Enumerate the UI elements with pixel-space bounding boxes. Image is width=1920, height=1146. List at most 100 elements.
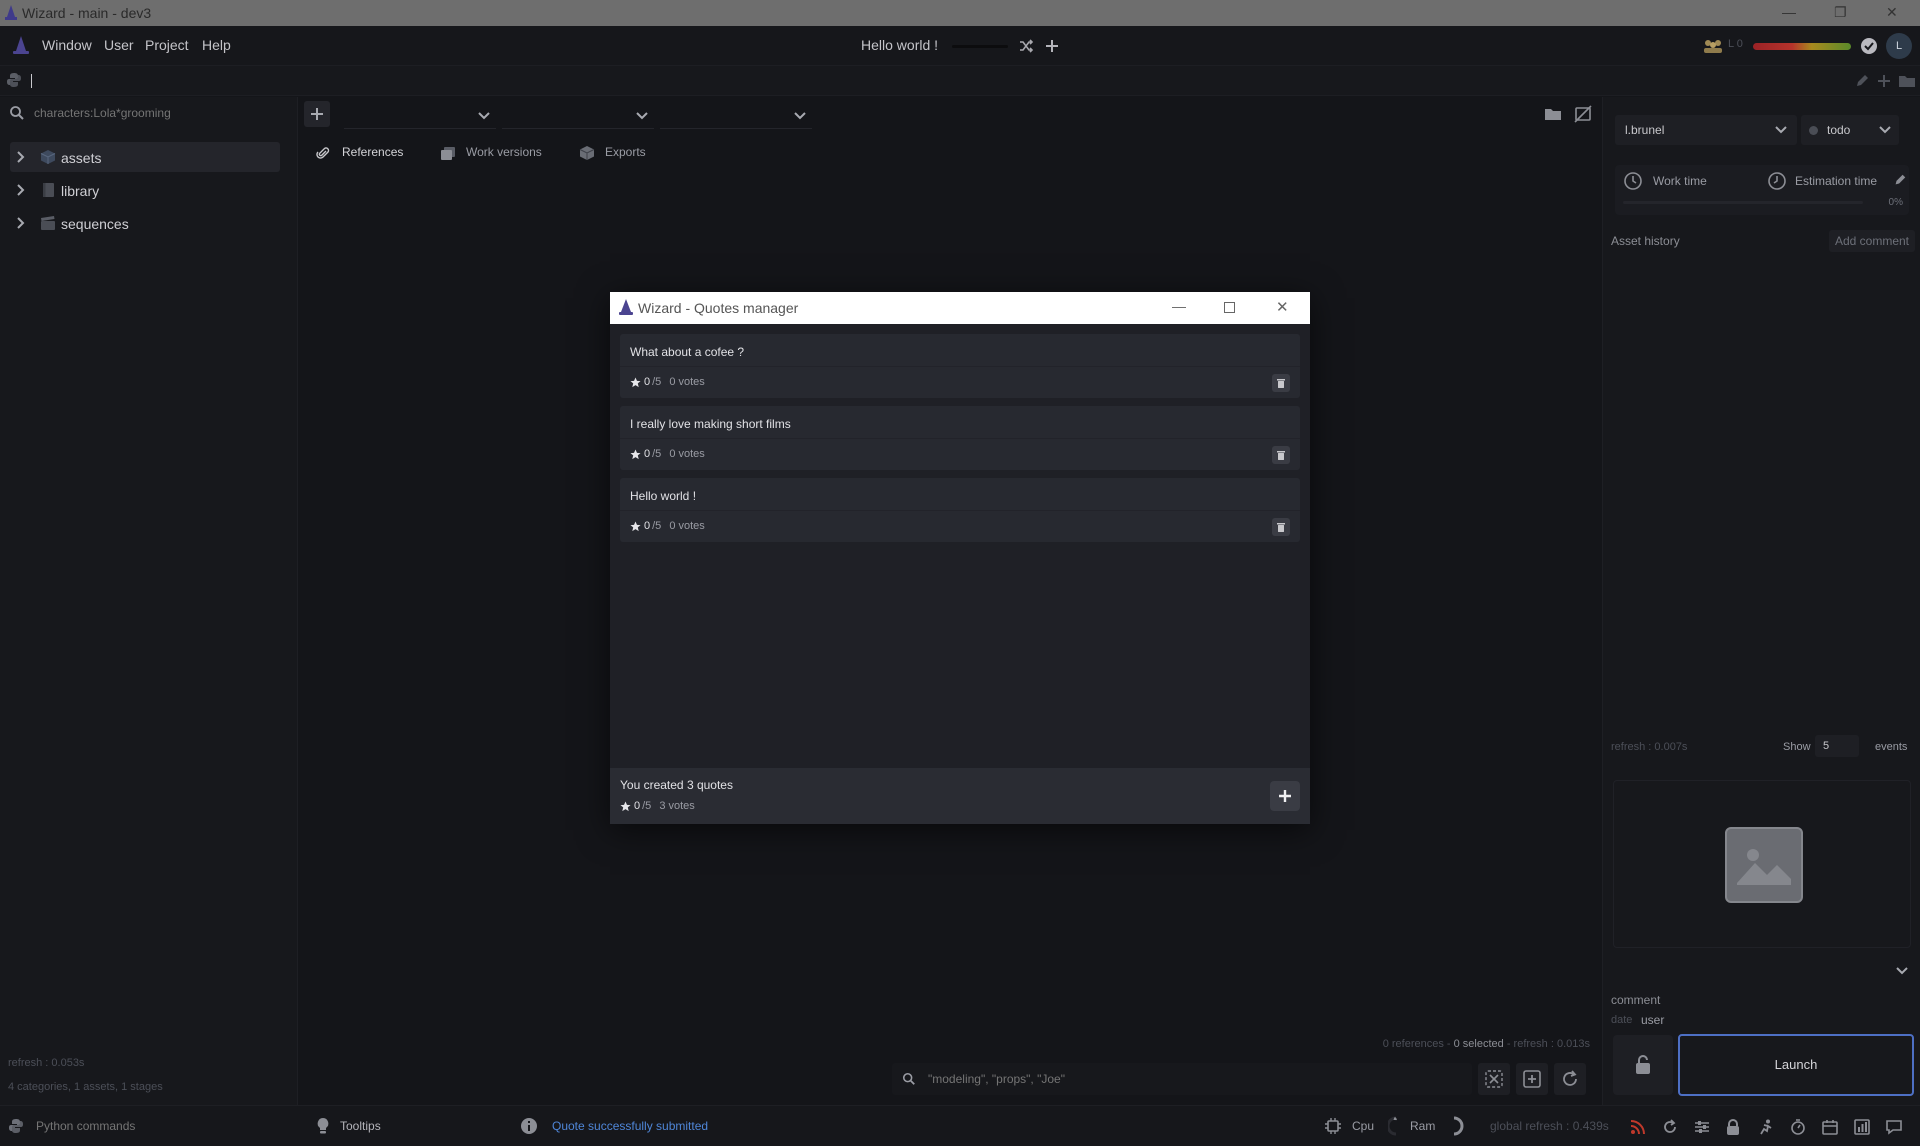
quote-card[interactable]: Hello world ! 0/5 0 votes (620, 478, 1300, 542)
dialog-maximize-button[interactable] (1224, 302, 1235, 313)
lock-button[interactable] (1613, 1035, 1673, 1095)
dashboard-icon[interactable] (1854, 1119, 1870, 1135)
cube-icon (40, 150, 56, 164)
tab-exports[interactable]: Exports (579, 139, 659, 167)
export-combo[interactable] (660, 103, 812, 129)
folder-icon[interactable] (1898, 73, 1916, 89)
quote-rating: 0/5 0 votes (630, 520, 705, 532)
book-icon (43, 183, 54, 197)
add-reference-button[interactable] (304, 101, 330, 127)
menu-project[interactable]: Project (145, 37, 189, 53)
chevron-right-icon[interactable] (16, 150, 26, 164)
edit-estimation-icon[interactable] (1893, 173, 1907, 187)
tooltips-toggle-label[interactable]: Tooltips (340, 1119, 381, 1133)
total-score: 0 (634, 800, 641, 812)
menu-help[interactable]: Help (202, 37, 231, 53)
star-icon (620, 800, 631, 811)
dialog-minimize-button[interactable]: — (1172, 298, 1186, 314)
chevron-down-icon[interactable] (1895, 966, 1909, 976)
trash-icon (1277, 379, 1285, 388)
chat-icon[interactable] (1886, 1119, 1902, 1135)
avatar[interactable]: L (1886, 33, 1912, 59)
lock-icon[interactable] (1726, 1119, 1740, 1135)
tree-item-sequences[interactable]: sequences (10, 208, 280, 238)
chevron-right-icon[interactable] (16, 183, 26, 197)
python-command-input[interactable] (36, 1116, 286, 1136)
tree-item-library[interactable]: library (10, 175, 280, 205)
add-quote-icon[interactable] (1044, 38, 1060, 54)
show-label: Show (1783, 741, 1811, 753)
tree-item-label: assets (61, 150, 102, 166)
global-refresh-time: global refresh : 0.439s (1490, 1119, 1609, 1133)
estimation-clock-icon (1768, 172, 1786, 190)
menu-user[interactable]: User (104, 37, 134, 53)
sliders-icon[interactable] (1694, 1119, 1710, 1135)
edit-icon[interactable] (1854, 73, 1870, 89)
no-thumbnail-button[interactable] (1570, 101, 1596, 127)
quote-rating: 0/5 0 votes (630, 448, 705, 460)
image-placeholder-icon (1725, 827, 1803, 903)
chevron-right-icon[interactable] (16, 216, 26, 230)
xp-progress-bar (1753, 43, 1851, 50)
variant-combo[interactable] (502, 103, 654, 129)
quote-votes: 0 votes (669, 376, 705, 388)
lightbulb-icon[interactable] (316, 1117, 330, 1135)
star-icon[interactable] (630, 520, 641, 532)
search-input[interactable] (34, 102, 284, 124)
running-icon[interactable] (1758, 1119, 1774, 1135)
os-close-button[interactable]: ✕ (1886, 4, 1898, 21)
versions-icon (441, 147, 455, 160)
add-quote-button[interactable] (1270, 781, 1300, 811)
comment-label: comment (1611, 993, 1661, 1007)
menu-window[interactable]: Window (42, 37, 92, 53)
add-comment-button[interactable]: Add comment (1829, 230, 1915, 252)
references-search-input[interactable] (928, 1069, 1448, 1089)
assignee-select[interactable]: l.brunel (1615, 115, 1797, 145)
references-search (892, 1063, 1472, 1095)
console-bar (0, 66, 1920, 96)
delete-quote-button[interactable] (1272, 374, 1290, 392)
add-icon[interactable] (1876, 73, 1892, 89)
calendar-icon[interactable] (1822, 1119, 1838, 1135)
quote-card[interactable]: I really love making short films 0/5 0 v… (620, 406, 1300, 470)
team-icon[interactable] (1702, 38, 1724, 54)
stopwatch-icon[interactable] (1790, 1119, 1806, 1135)
ram-label: Ram (1410, 1119, 1436, 1133)
rss-feed-icon[interactable] (1630, 1119, 1646, 1135)
dialog-close-button[interactable]: ✕ (1276, 298, 1289, 316)
state-select[interactable]: todo (1801, 115, 1899, 145)
state-value: todo (1827, 123, 1851, 137)
events-count-value: 5 (1823, 740, 1830, 752)
events-count-input[interactable]: 5 (1815, 735, 1859, 757)
tree-item-assets[interactable]: assets (10, 142, 280, 172)
launch-button[interactable]: Launch (1678, 1034, 1914, 1096)
settings-badge-icon[interactable] (1860, 37, 1878, 55)
os-maximize-button[interactable]: ❐ (1834, 4, 1847, 21)
tab-references[interactable]: References (316, 139, 412, 167)
quote-card[interactable]: What about a cofee ? 0/5 0 votes (620, 334, 1300, 398)
stage-combo[interactable] (344, 103, 496, 129)
assignee-value: l.brunel (1625, 123, 1665, 137)
console-cursor[interactable] (31, 74, 32, 88)
quote-rating-bar (952, 45, 1008, 48)
os-minimize-button[interactable]: — (1782, 4, 1796, 20)
chevron-down-icon (1879, 126, 1891, 134)
shuffle-icon[interactable] (1018, 38, 1034, 54)
star-icon[interactable] (630, 376, 641, 388)
clear-selection-button[interactable] (1478, 1063, 1510, 1095)
quote-text: I really love making short films (630, 417, 791, 431)
refresh-references-button[interactable] (1554, 1063, 1586, 1095)
delete-quote-button[interactable] (1272, 518, 1290, 536)
tab-label: Work versions (466, 145, 542, 159)
paperclip-icon (316, 147, 330, 159)
reload-icon[interactable] (1662, 1119, 1678, 1135)
left-panel: assets library sequences refresh : 0.053… (0, 97, 298, 1105)
tab-work-versions[interactable]: Work versions (440, 139, 550, 167)
open-folder-button[interactable] (1540, 101, 1566, 127)
add-reference-frame-button[interactable] (1516, 1063, 1548, 1095)
dialog-titlebar: Wizard - Quotes manager — ✕ (610, 292, 1310, 324)
delete-quote-button[interactable] (1272, 446, 1290, 464)
star-icon[interactable] (630, 448, 641, 460)
tree-item-label: sequences (61, 216, 129, 232)
quote-of-the-day: Hello world ! (861, 37, 939, 53)
